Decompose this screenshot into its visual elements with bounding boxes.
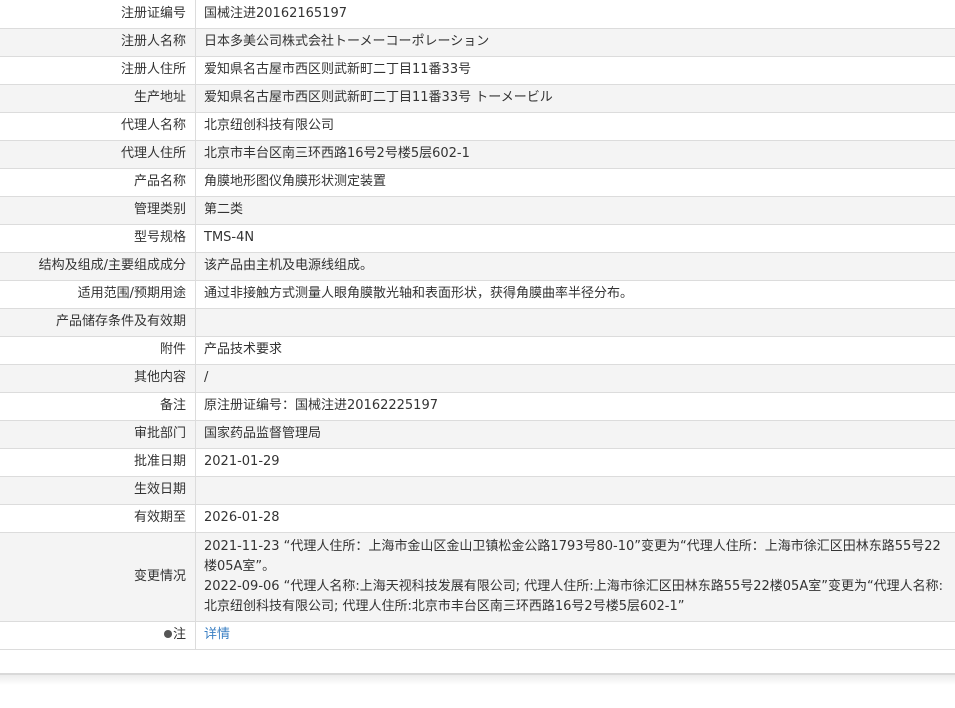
row-label: 产品名称: [0, 167, 196, 197]
table-row: 注册证编号 国械注进20162165197: [0, 0, 955, 29]
row-value: 国家药品监督管理局: [195, 419, 955, 449]
row-value: [195, 475, 955, 505]
table-row: 结构及组成/主要组成成分 该产品由主机及电源线组成。: [0, 251, 955, 281]
changes-label: 变更情况: [0, 531, 196, 622]
table-row-changes: 变更情况 2021-11-23 “代理人住所：上海市金山区金山卫镇松金公路179…: [0, 531, 955, 622]
row-label: 有效期至: [0, 503, 196, 533]
table-row: 代理人名称 北京纽创科技有限公司: [0, 111, 955, 141]
registration-detail-table: 注册证编号 国械注进20162165197 注册人名称 日本多美公司株式会社トーメーコ…: [0, 0, 955, 650]
row-label: 管理类别: [0, 195, 196, 225]
table-row: 生产地址 爱知県名古屋市西区则武新町二丁目11番33号 トーメービル: [0, 83, 955, 113]
row-label: 结构及组成/主要组成成分: [0, 251, 196, 281]
row-label: 代理人名称: [0, 111, 196, 141]
row-label: 其他内容: [0, 363, 196, 393]
row-value: 北京市丰台区南三环西路16号2号楼5层602-1: [195, 139, 955, 169]
row-value: 爱知県名古屋市西区则武新町二丁目11番33号: [195, 55, 955, 85]
note-label-cell: 注: [0, 620, 196, 650]
row-value: 爱知県名古屋市西区则武新町二丁目11番33号 トーメービル: [195, 83, 955, 113]
table-row: 批准日期 2021-01-29: [0, 447, 955, 477]
table-row: 产品储存条件及有效期: [0, 307, 955, 337]
row-label: 批准日期: [0, 447, 196, 477]
change-section: 变更情况 2021-11-23 “代理人住所：上海市金山区金山卫镇松金公路179…: [0, 531, 955, 650]
table-row: 注册人名称 日本多美公司株式会社トーメーコーポレーション: [0, 27, 955, 57]
row-label: 注册人住所: [0, 55, 196, 85]
row-label: 型号规格: [0, 223, 196, 253]
row-value: 国械注进20162165197: [195, 0, 955, 29]
row-label: 适用范围/预期用途: [0, 279, 196, 309]
row-label: 审批部门: [0, 419, 196, 449]
row-label: 附件: [0, 335, 196, 365]
row-label: 生效日期: [0, 475, 196, 505]
row-label: 注册人名称: [0, 27, 196, 57]
row-value: 2021-01-29: [195, 447, 955, 477]
table-row: 有效期至 2026-01-28: [0, 503, 955, 533]
table-row: 备注 原注册证编号：国械注进20162225197: [0, 391, 955, 421]
row-value: 角膜地形图仪角膜形状测定装置: [195, 167, 955, 197]
bottom-shadow: [0, 675, 955, 685]
row-value: 北京纽创科技有限公司: [195, 111, 955, 141]
table-row: 审批部门 国家药品监督管理局: [0, 419, 955, 449]
row-label: 代理人住所: [0, 139, 196, 169]
row-value: 2026-01-28: [195, 503, 955, 533]
row-label: 注册证编号: [0, 0, 196, 29]
note-label: 注: [172, 627, 186, 642]
details-link[interactable]: 详情: [204, 627, 230, 642]
table-row: 注册人住所 爱知県名古屋市西区则武新町二丁目11番33号: [0, 55, 955, 85]
change-entry-1: 2021-11-23 “代理人住所：上海市金山区金山卫镇松金公路1793号80-…: [204, 538, 941, 574]
row-value: 日本多美公司株式会社トーメーコーポレーション: [195, 27, 955, 57]
row-value: TMS-4N: [195, 223, 955, 253]
table-row: 生效日期: [0, 475, 955, 505]
table-row: 适用范围/预期用途 通过非接触方式测量人眼角膜散光轴和表面形状，获得角膜曲率半径分…: [0, 279, 955, 309]
detail-rows: 注册证编号 国械注进20162165197 注册人名称 日本多美公司株式会社トーメーコ…: [0, 0, 955, 533]
row-label: 备注: [0, 391, 196, 421]
row-value: 通过非接触方式测量人眼角膜散光轴和表面形状，获得角膜曲率半径分布。: [195, 279, 955, 309]
change-entry-2: 2022-09-06 “代理人名称:上海天视科技发展有限公司; 代理人住所:上海…: [204, 578, 944, 614]
row-value: /: [195, 363, 955, 393]
note-value: 详情: [195, 620, 955, 650]
row-value: [195, 307, 955, 337]
row-value: 该产品由主机及电源线组成。: [195, 251, 955, 281]
table-row-note: 注 详情: [0, 620, 955, 650]
row-label: 产品储存条件及有效期: [0, 307, 196, 337]
row-label: 生产地址: [0, 83, 196, 113]
row-value: 第二类: [195, 195, 955, 225]
table-row: 管理类别 第二类: [0, 195, 955, 225]
pin-icon: [163, 629, 172, 638]
table-row: 产品名称 角膜地形图仪角膜形状测定装置: [0, 167, 955, 197]
table-row: 代理人住所 北京市丰台区南三环西路16号2号楼5层602-1: [0, 139, 955, 169]
table-row: 型号规格 TMS-4N: [0, 223, 955, 253]
table-row: 其他内容 /: [0, 363, 955, 393]
row-value: 原注册证编号：国械注进20162225197: [195, 391, 955, 421]
changes-value: 2021-11-23 “代理人住所：上海市金山区金山卫镇松金公路1793号80-…: [195, 531, 955, 622]
row-value: 产品技术要求: [195, 335, 955, 365]
table-row: 附件 产品技术要求: [0, 335, 955, 365]
